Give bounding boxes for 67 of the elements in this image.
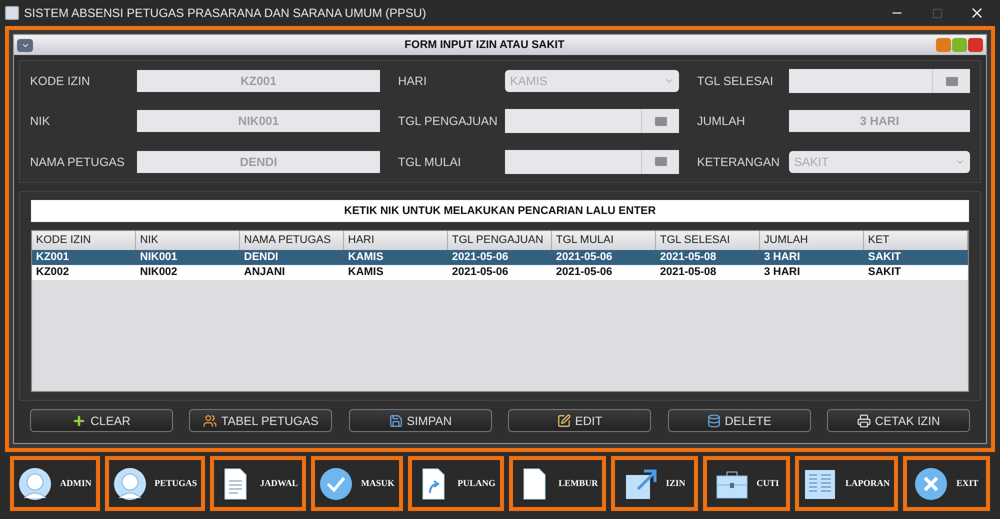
field-label: HARI <box>398 73 428 90</box>
table-cell-text: KZ001 <box>35 250 70 265</box>
nav-tile[interactable]: JADWAL <box>210 456 306 511</box>
external-arrow-icon <box>624 466 658 500</box>
nav-tile[interactable]: PULANG <box>408 456 504 511</box>
table-cell-text: ANJANI <box>243 265 286 280</box>
action-button[interactable]: SIMPAN <box>348 409 492 432</box>
field-label: TGL SELESAI <box>697 73 774 90</box>
table-cell-text: 2021-05-08 <box>659 250 718 265</box>
field-label: TGL PENGAJUAN <box>398 113 499 130</box>
field-label: KETERANGAN <box>697 154 781 171</box>
calendar-icon <box>654 157 666 166</box>
table-cell-text: NIK002 <box>139 265 178 280</box>
window-title: SISTEM ABSENSI PETUGAS PRASARANA DAN SARANA UMUM (PPSU) <box>24 5 428 22</box>
people-icon <box>203 414 218 428</box>
date-field[interactable] <box>505 109 679 134</box>
date-field[interactable] <box>505 150 679 174</box>
table-cell-text: 2021-05-06 <box>451 250 510 265</box>
field-label: JUMLAH <box>697 113 746 130</box>
table-cell-text: 2021-05-06 <box>451 265 510 280</box>
table-cell-text: 3 HARI <box>763 265 802 280</box>
action-button[interactable]: DELETE <box>668 409 811 432</box>
action-button[interactable]: EDIT <box>508 409 652 432</box>
close-circle-icon <box>914 466 948 500</box>
table-cell-text: 2021-05-06 <box>555 250 614 265</box>
person-icon <box>18 466 52 500</box>
frame-title: FORM INPUT IZIN ATAU SAKIT <box>404 38 566 53</box>
table-cell-text: KZ002 <box>35 265 70 280</box>
date-field[interactable] <box>789 69 970 94</box>
menu-button[interactable] <box>17 38 33 52</box>
field-label: TGL MULAI <box>398 154 462 171</box>
calendar-icon <box>654 116 666 126</box>
nav-tile[interactable]: LAPORAN <box>795 456 898 511</box>
database-icon <box>706 414 721 428</box>
table-cell-text: SAKIT <box>867 265 902 280</box>
nav-tile[interactable]: IZIN <box>611 456 698 511</box>
table-cell-text: KAMIS <box>347 250 384 265</box>
close-button[interactable] <box>968 38 983 52</box>
nav-tile[interactable]: MASUK <box>311 456 403 511</box>
table-cell-text: 3 HARI <box>763 250 802 265</box>
field-label: NAMA PETUGAS <box>30 154 126 171</box>
table-cell-text: NIK001 <box>139 250 178 265</box>
action-button[interactable]: CETAK IZIN <box>826 409 970 432</box>
action-button[interactable]: CLEAR <box>30 409 173 432</box>
plus-icon <box>72 414 86 428</box>
field-label: NIK <box>30 113 52 130</box>
nav-tile[interactable]: PETUGAS <box>104 456 206 511</box>
nav-tile[interactable]: CUTI <box>703 456 790 511</box>
nav-tile[interactable]: ADMIN <box>10 456 100 511</box>
table-cell-text: KAMIS <box>347 265 384 280</box>
table-row[interactable]: KZ001 NIK001 DENDI KAMIS 2021-05-06 2021-05-06 2021-05-08 3 HARI SAKIT <box>32 250 968 265</box>
search-field[interactable]: KETIK NIK UNTUK MELAKUKAN PENCARIAN LALU ENTER <box>31 200 969 222</box>
calendar-icon <box>946 76 958 86</box>
person-icon <box>112 466 146 500</box>
table-cell-text: DENDI <box>243 250 280 265</box>
table-cell-text: 2021-05-06 <box>555 265 614 280</box>
nav-tile[interactable]: LEMBUR <box>508 456 606 511</box>
table-cell-text: 2021-05-08 <box>659 265 718 280</box>
table-row[interactable]: KZ002 NIK002 ANJANI KAMIS 2021-05-06 2021-05-06 2021-05-08 3 HARI SAKIT <box>32 265 968 280</box>
printer-icon <box>856 414 871 428</box>
table-cell-text: SAKIT <box>867 250 902 265</box>
app-icon <box>5 6 19 20</box>
pencil-note-icon <box>557 414 571 428</box>
check-circle-icon <box>319 466 354 500</box>
field-label: KODE IZIN <box>30 73 92 90</box>
action-button[interactable]: TABEL PETUGAS <box>189 409 332 432</box>
nav-tile[interactable]: EXIT <box>902 456 990 511</box>
